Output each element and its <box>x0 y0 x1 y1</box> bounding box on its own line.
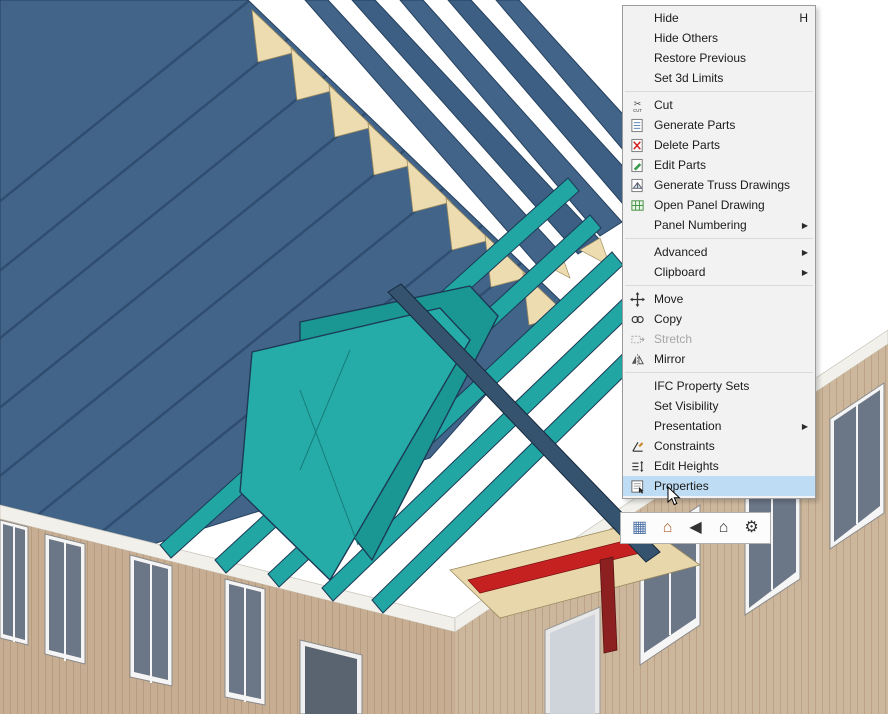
gear-icon[interactable]: ⚙ <box>740 516 763 540</box>
menu-item-cut[interactable]: ✂CUT Cut <box>623 95 815 115</box>
mirror-icon <box>627 351 647 367</box>
menu-label: Presentation <box>654 419 721 433</box>
menu-item-stretch: Stretch <box>623 329 815 349</box>
menu-label: Panel Numbering <box>654 218 747 232</box>
menu-label: Hide <box>654 11 679 25</box>
menu-label: Clipboard <box>654 265 705 279</box>
context-menu: Hide H Hide Others Restore Previous Set … <box>622 5 816 499</box>
edit-parts-icon <box>627 157 647 173</box>
menu-label: Mirror <box>654 352 685 366</box>
icon-placeholder <box>627 50 647 66</box>
icon-placeholder <box>627 70 647 86</box>
icon-placeholder <box>627 217 647 233</box>
menu-item-hide-others[interactable]: Hide Others <box>623 28 815 48</box>
move-icon <box>627 291 647 307</box>
section-marker-icon[interactable]: ◀ <box>684 516 707 540</box>
delete-parts-icon <box>627 137 647 153</box>
icon-placeholder <box>627 10 647 26</box>
menu-item-move[interactable]: Move <box>623 289 815 309</box>
menu-label: Delete Parts <box>654 138 720 152</box>
cut-icon: ✂CUT <box>627 97 647 113</box>
properties-icon <box>627 478 647 494</box>
menu-item-set-visibility[interactable]: Set Visibility <box>623 396 815 416</box>
menu-item-delete-parts[interactable]: Delete Parts <box>623 135 815 155</box>
icon-placeholder <box>627 378 647 394</box>
submenu-arrow-icon <box>802 422 808 431</box>
menu-label: Generate Parts <box>654 118 735 132</box>
generate-truss-drawings-icon <box>627 177 647 193</box>
menu-label: Stretch <box>654 332 692 346</box>
menu-label: Cut <box>654 98 673 112</box>
menu-item-mirror[interactable]: Mirror <box>623 349 815 369</box>
menu-item-set-3d-limits[interactable]: Set 3d Limits <box>623 68 815 88</box>
menu-label: Edit Parts <box>654 158 706 172</box>
menu-item-restore-previous[interactable]: Restore Previous <box>623 48 815 68</box>
svg-text:✂: ✂ <box>633 98 640 108</box>
menu-label: Edit Heights <box>654 459 719 473</box>
menu-label: Open Panel Drawing <box>654 198 765 212</box>
menu-label: Generate Truss Drawings <box>654 178 790 192</box>
generate-parts-icon <box>627 117 647 133</box>
menu-separator <box>625 285 813 286</box>
open-panel-drawing-icon <box>627 197 647 213</box>
submenu-arrow-icon <box>802 268 808 277</box>
menu-label: Copy <box>654 312 682 326</box>
menu-label: Set 3d Limits <box>654 71 723 85</box>
menu-separator <box>625 238 813 239</box>
submenu-arrow-icon <box>802 221 808 230</box>
menu-item-edit-parts[interactable]: Edit Parts <box>623 155 815 175</box>
svg-text:CUT: CUT <box>633 108 642 113</box>
icon-placeholder <box>627 418 647 434</box>
constraints-icon <box>627 438 647 454</box>
menu-label: Move <box>654 292 683 306</box>
menu-item-presentation[interactable]: Presentation <box>623 416 815 436</box>
menu-label: Constraints <box>654 439 715 453</box>
mini-toolbar: ▦ ⌂ ◀ ⌂ ⚙ <box>620 512 771 544</box>
icon-placeholder <box>627 264 647 280</box>
menu-item-constraints[interactable]: Constraints <box>623 436 815 456</box>
menu-shortcut: H <box>799 11 808 25</box>
menu-item-hide[interactable]: Hide H <box>623 8 815 28</box>
icon-placeholder <box>627 398 647 414</box>
app-window: Hide H Hide Others Restore Previous Set … <box>0 0 888 714</box>
menu-label: IFC Property Sets <box>654 379 749 393</box>
menu-item-properties[interactable]: Properties <box>623 476 815 496</box>
panel-grid-icon[interactable]: ▦ <box>628 516 651 540</box>
menu-item-generate-parts[interactable]: Generate Parts <box>623 115 815 135</box>
menu-label: Restore Previous <box>654 51 746 65</box>
menu-item-ifc-property-sets[interactable]: IFC Property Sets <box>623 376 815 396</box>
menu-item-advanced[interactable]: Advanced <box>623 242 815 262</box>
menu-item-clipboard[interactable]: Clipboard <box>623 262 815 282</box>
menu-label: Set Visibility <box>654 399 718 413</box>
menu-item-edit-heights[interactable]: Edit Heights <box>623 456 815 476</box>
edit-heights-icon <box>627 458 647 474</box>
menu-label: Properties <box>654 479 709 493</box>
stretch-icon <box>627 331 647 347</box>
menu-label: Advanced <box>654 245 707 259</box>
icon-placeholder <box>627 244 647 260</box>
roof-tool-icon[interactable]: ⌂ <box>656 516 679 540</box>
menu-item-generate-truss-drawings[interactable]: Generate Truss Drawings <box>623 175 815 195</box>
submenu-arrow-icon <box>802 248 808 257</box>
menu-separator <box>625 372 813 373</box>
menu-item-copy[interactable]: Copy <box>623 309 815 329</box>
menu-item-open-panel-drawing[interactable]: Open Panel Drawing <box>623 195 815 215</box>
copy-icon <box>627 311 647 327</box>
menu-separator <box>625 91 813 92</box>
home-view-icon[interactable]: ⌂ <box>712 516 735 540</box>
menu-label: Hide Others <box>654 31 718 45</box>
icon-placeholder <box>627 30 647 46</box>
menu-item-panel-numbering[interactable]: Panel Numbering <box>623 215 815 235</box>
